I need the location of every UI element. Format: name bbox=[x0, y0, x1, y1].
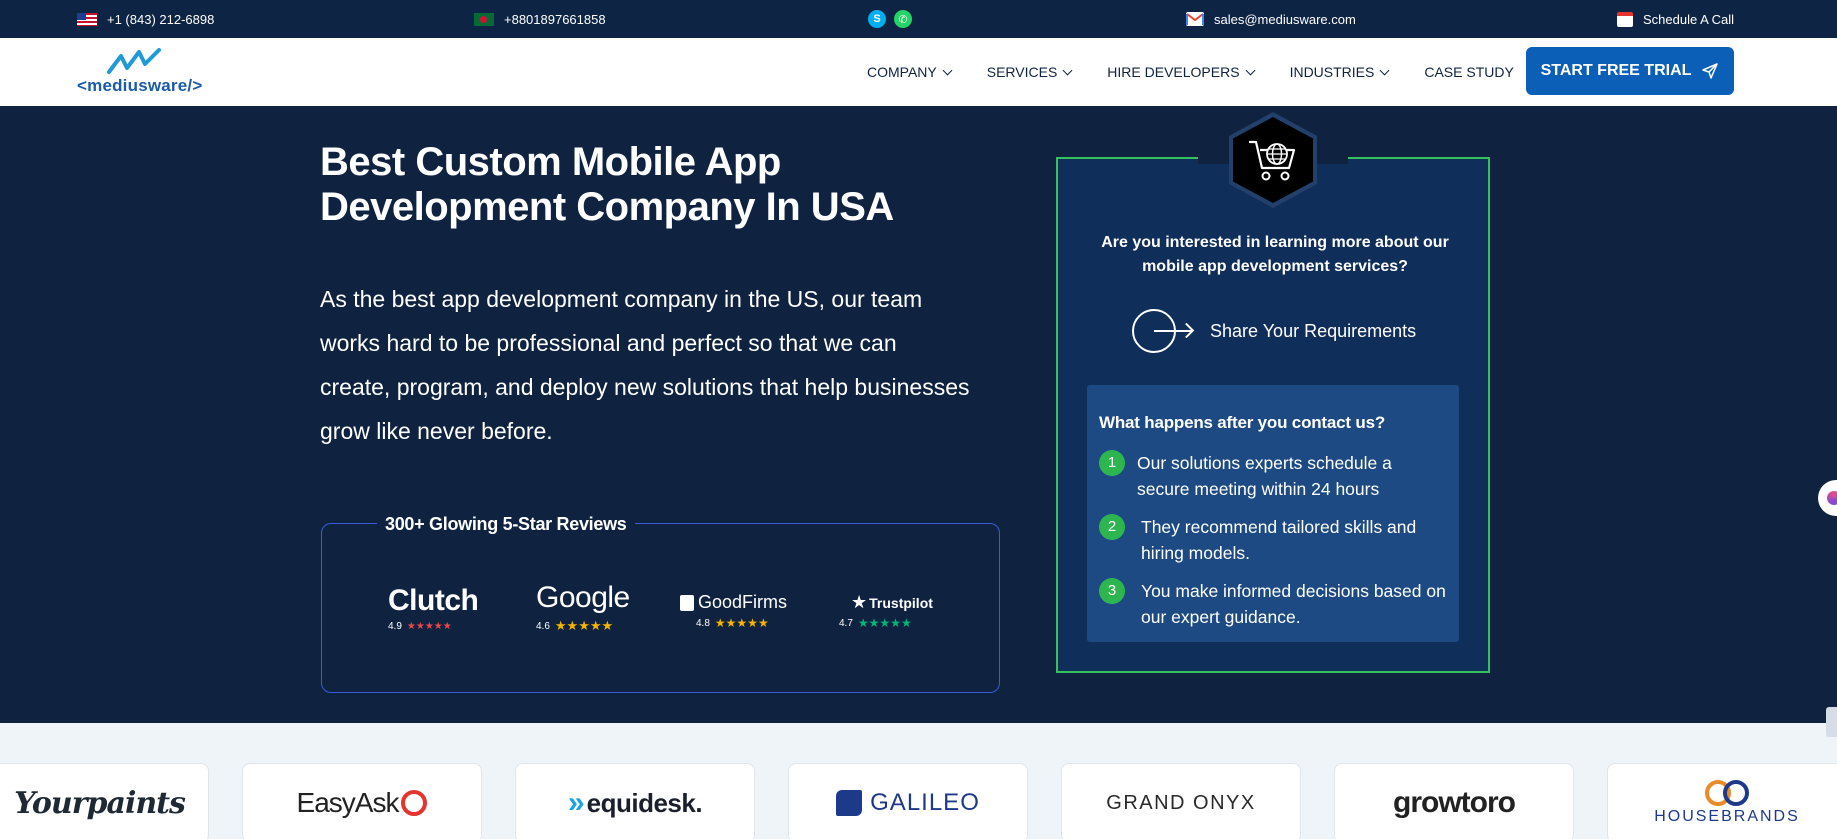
chevron-down-icon bbox=[1062, 65, 1073, 75]
arrow-right-circle-icon bbox=[1132, 309, 1195, 353]
client-logos-strip: Yourpaints EasyAsk » equidesk. GALILEO G… bbox=[0, 723, 1837, 839]
bd-phone-text: +8801897661858 bbox=[504, 11, 606, 27]
trustpilot-brand: Trustpilot bbox=[869, 594, 933, 611]
easyask-logo: EasyAsk bbox=[296, 787, 400, 818]
galileo-mark-icon bbox=[836, 790, 863, 816]
skype-icon[interactable]: S bbox=[868, 10, 886, 28]
goodfirms-rating: 4.8 bbox=[696, 617, 710, 629]
nav-hire-developers-label: HIRE DEVELOPERS bbox=[1107, 64, 1240, 80]
nav-company[interactable]: COMPANY bbox=[867, 64, 953, 80]
housebrands-mark-icon bbox=[1705, 780, 1749, 806]
bd-phone-link[interactable]: +8801897661858 bbox=[474, 0, 606, 38]
client-logo-card: HOUSEBRANDS bbox=[1607, 763, 1837, 839]
goodfirms-brand: GoodFirms bbox=[698, 592, 788, 612]
reviews-box: 300+ Glowing 5-Star Reviews Clutch 4.9 ★★… bbox=[321, 514, 1000, 693]
step-number: 1 bbox=[1099, 450, 1125, 476]
us-flag-icon bbox=[77, 12, 97, 26]
nav-industries-label: INDUSTRIES bbox=[1289, 64, 1375, 80]
nav-company-label: COMPANY bbox=[867, 64, 937, 80]
start-free-trial-button[interactable]: START FREE TRIAL bbox=[1526, 47, 1734, 95]
share-requirements-label: Share Your Requirements bbox=[1210, 320, 1417, 341]
main-navbar: <mediusware/> COMPANY SERVICES HIRE DEVE… bbox=[0, 38, 1837, 106]
side-scroll-tab[interactable] bbox=[1826, 707, 1837, 737]
hero-title: Best Custom Mobile App Development Compa… bbox=[320, 140, 894, 229]
google-review[interactable]: Google 4.6 ★★★★★ bbox=[536, 581, 630, 634]
google-rating: 4.6 bbox=[536, 620, 550, 632]
step-item: 3 You make informed decisions based on o… bbox=[1099, 578, 1449, 630]
step-number: 3 bbox=[1099, 578, 1125, 604]
trustpilot-star-icon: ★ bbox=[851, 592, 868, 612]
chat-widget-icon bbox=[1827, 491, 1837, 505]
galileo-logo: GALILEO bbox=[870, 789, 980, 816]
email-link[interactable]: sales@mediusware.com bbox=[1186, 0, 1356, 38]
trustpilot-rating: 4.7 bbox=[839, 617, 853, 629]
card-question: Are you interested in learning more abou… bbox=[1101, 234, 1449, 275]
step-text: Our solutions experts schedule a secure … bbox=[1137, 453, 1392, 499]
share-requirements-button[interactable]: Share Your Requirements bbox=[1132, 309, 1416, 353]
us-phone-text: +1 (843) 212-6898 bbox=[107, 11, 215, 27]
google-brand: Google bbox=[536, 581, 630, 614]
step-text: You make informed decisions based on our… bbox=[1141, 581, 1446, 627]
bangladesh-flag-icon bbox=[474, 12, 494, 26]
yourpaints-logo: Yourpaints bbox=[14, 785, 186, 821]
client-logo-card: GRAND ONYX bbox=[1061, 763, 1301, 839]
calendar-icon bbox=[1617, 11, 1633, 27]
clutch-review[interactable]: Clutch 4.9 ★★★★★ bbox=[388, 584, 479, 632]
nav-case-study[interactable]: CASE STUDY bbox=[1424, 64, 1513, 80]
step-item: 2 They recommend tailored skills and hir… bbox=[1099, 514, 1449, 566]
equidesk-mark-icon: » bbox=[567, 786, 585, 819]
client-logo-card: GALILEO bbox=[788, 763, 1028, 839]
chevron-down-icon bbox=[1379, 65, 1390, 75]
gmail-icon bbox=[1186, 12, 1204, 26]
clutch-stars: ★★★★★ bbox=[406, 621, 452, 632]
google-stars: ★★★★★ bbox=[554, 618, 614, 633]
client-logo-card: EasyAsk bbox=[242, 763, 482, 839]
clutch-brand: Clutch bbox=[388, 584, 479, 617]
schedule-call-text: Schedule A Call bbox=[1643, 11, 1735, 27]
equidesk-logo: equidesk. bbox=[586, 787, 703, 818]
step-item: 1 Our solutions experts schedule a secur… bbox=[1099, 450, 1449, 502]
growtoro-logo: growtoro bbox=[1393, 786, 1516, 819]
trustpilot-stars: ★★★★★ bbox=[857, 616, 912, 630]
goodfirms-stars: ★★★★★ bbox=[714, 616, 769, 630]
nav-industries[interactable]: INDUSTRIES bbox=[1289, 64, 1390, 80]
goodfirms-review[interactable]: GoodFirms 4.8 ★★★★★ bbox=[680, 592, 787, 630]
trustpilot-review[interactable]: ★ Trustpilot 4.7 ★★★★★ bbox=[839, 592, 933, 630]
start-free-trial-label: START FREE TRIAL bbox=[1540, 62, 1692, 79]
client-logo-card: growtoro bbox=[1334, 763, 1574, 839]
chevron-down-icon bbox=[942, 65, 953, 75]
easyask-check-icon bbox=[401, 790, 428, 816]
reviews-title: 300+ Glowing 5-Star Reviews bbox=[377, 514, 635, 535]
mediusware-logo[interactable]: <mediusware/> bbox=[77, 48, 212, 98]
steps-box: What happens after you contact us? 1 Our… bbox=[1087, 385, 1459, 642]
chevron-down-icon bbox=[1245, 65, 1256, 75]
goodfirms-logo-icon bbox=[680, 594, 694, 611]
paper-plane-icon bbox=[1702, 63, 1719, 79]
logo-mark-icon bbox=[107, 48, 161, 74]
grand-onyx-logo: GRAND ONYX bbox=[1106, 791, 1256, 814]
housebrands-logo: HOUSEBRANDS bbox=[1654, 808, 1800, 825]
nav-links: COMPANY SERVICES HIRE DEVELOPERS INDUSTR… bbox=[867, 38, 1550, 106]
steps-title: What happens after you contact us? bbox=[1099, 413, 1386, 432]
step-text: They recommend tailored skills and hirin… bbox=[1141, 517, 1417, 563]
clutch-rating: 4.9 bbox=[388, 621, 402, 632]
step-number: 2 bbox=[1099, 514, 1125, 540]
email-text: sales@mediusware.com bbox=[1214, 11, 1356, 27]
us-phone-link[interactable]: +1 (843) 212-6898 bbox=[77, 0, 214, 38]
top-contact-bar: +1 (843) 212-6898 +8801897661858 S ✆ sal… bbox=[0, 0, 1837, 38]
logo-text: <mediusware/> bbox=[77, 76, 203, 95]
nav-case-study-label: CASE STUDY bbox=[1424, 64, 1514, 80]
schedule-call-link[interactable]: Schedule A Call bbox=[1617, 0, 1734, 38]
client-logo-card: » equidesk. bbox=[515, 763, 755, 839]
whatsapp-icon[interactable]: ✆ bbox=[894, 10, 912, 28]
hero-lead: As the best app development company in t… bbox=[320, 286, 970, 444]
nav-hire-developers[interactable]: HIRE DEVELOPERS bbox=[1107, 64, 1256, 80]
nav-services-label: SERVICES bbox=[986, 64, 1058, 80]
client-logo-card: Yourpaints bbox=[0, 763, 209, 839]
nav-services[interactable]: SERVICES bbox=[986, 64, 1073, 80]
